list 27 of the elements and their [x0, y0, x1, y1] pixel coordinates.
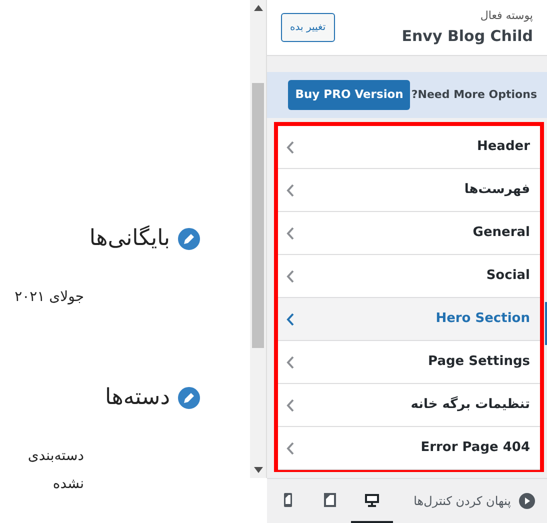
- chevron-left-icon: [286, 270, 295, 282]
- buy-pro-button[interactable]: Buy PRO Version: [288, 80, 410, 110]
- tablet-icon: [322, 492, 338, 508]
- scrollbar-thumb[interactable]: [252, 83, 264, 348]
- chevron-left-icon: [286, 356, 295, 368]
- theme-name: Envy Blog Child: [402, 26, 533, 46]
- theme-label: پوسته فعال: [479, 8, 533, 24]
- promo-text: Need More Options?: [411, 86, 537, 103]
- chevron-left-icon: [286, 226, 295, 240]
- change-theme-button[interactable]: تغییر بده: [281, 13, 335, 42]
- archive-link[interactable]: جولای ۲۰۲۱: [0, 283, 84, 311]
- scroll-up-icon[interactable]: [254, 5, 262, 11]
- chevron-left-icon: [286, 140, 295, 154]
- chevron-left-icon: [286, 312, 295, 326]
- edit-icon[interactable]: [176, 384, 202, 410]
- chevron-left-icon: [286, 398, 295, 412]
- section-item[interactable]: Hero Section: [278, 298, 540, 341]
- edit-icon[interactable]: [176, 226, 202, 252]
- chevron-left-icon: [286, 442, 295, 454]
- chevron-left-icon: [286, 184, 295, 196]
- play-icon[interactable]: [519, 493, 535, 509]
- archive-link[interactable]: دسته‌بندی نشده: [0, 442, 84, 498]
- widget-title: دسته‌ها: [105, 384, 170, 412]
- widget-title: بایگانی‌ها: [89, 224, 170, 253]
- desktop-icon: [364, 492, 380, 508]
- scroll-down-icon[interactable]: [254, 467, 262, 473]
- hide-controls-link[interactable]: پنهان کردن کنترل‌ها: [414, 492, 511, 510]
